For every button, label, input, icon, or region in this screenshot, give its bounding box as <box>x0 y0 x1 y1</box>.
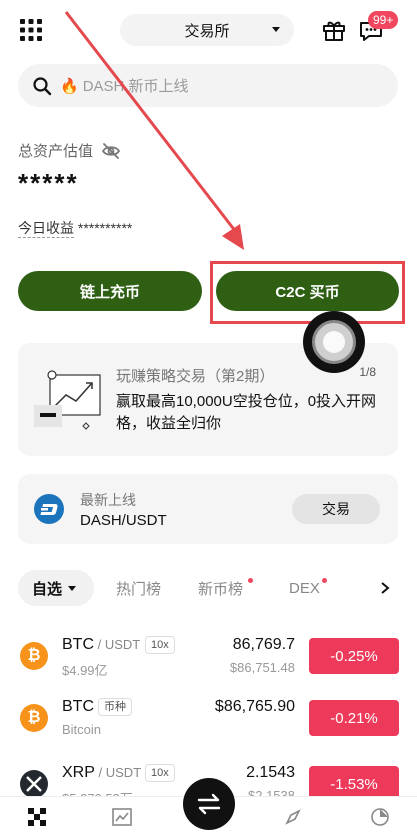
promo-title: 玩赚策略交易（第2期） <box>116 368 275 385</box>
row-quote: / USDT <box>94 637 141 652</box>
trade-swap-button[interactable] <box>183 778 235 830</box>
fire-icon: 🔥 <box>60 77 79 95</box>
leverage-tag: 10x <box>145 636 175 654</box>
row-volume: $4.99亿 <box>62 663 108 678</box>
market-row[interactable]: ₿ BTC / USDT 10x $4.99亿 86,769.7 $86,751… <box>0 628 417 688</box>
bitcoin-icon: ₿ <box>20 704 48 732</box>
row-quote: / USDT <box>94 765 142 780</box>
exchange-label: 交易所 <box>184 22 230 40</box>
new-listing-pair: DASH/USDT <box>80 512 167 529</box>
new-listing-title: 最新上线 <box>80 492 136 508</box>
row-change-badge[interactable]: -0.25% <box>309 638 399 674</box>
touch-indicator-core <box>323 331 345 353</box>
today-profit-value: ********** <box>77 220 133 236</box>
touch-indicator <box>303 311 365 373</box>
coin-tag: 币种 <box>98 698 132 716</box>
today-profit-label: 今日收益 <box>18 220 74 238</box>
tab-watchlist-label: 自选 <box>32 580 63 598</box>
search-icon <box>33 76 52 95</box>
tab-watchlist[interactable]: 自选 <box>18 570 94 606</box>
search-placeholder: DASH 新币上线 <box>82 78 189 95</box>
market-row[interactable]: ₿ BTC 币种 Bitcoin $86,765.90 -0.21% <box>0 690 417 750</box>
row-symbol: XRP / USDT <box>62 764 141 782</box>
tab-dex[interactable]: DEX <box>289 570 320 606</box>
row-symbol-text: BTC <box>62 698 94 715</box>
grid-strategy-illustration <box>34 370 101 430</box>
row-price: 86,769.7 <box>232 636 295 653</box>
bitcoin-icon: ₿ <box>20 642 48 670</box>
dash-logo-icon <box>34 494 64 524</box>
trade-button[interactable]: 交易 <box>292 494 380 524</box>
eye-off-icon[interactable] <box>101 142 121 160</box>
tab-hot[interactable]: 热门榜 <box>116 570 161 606</box>
row-name: Bitcoin <box>62 722 102 737</box>
new-listing-card[interactable]: 最新上线 DASH/USDT 交易 <box>18 474 398 544</box>
swap-arrows-icon <box>197 793 221 815</box>
row-price-usd: $86,751.48 <box>229 660 295 675</box>
market-tabs: 自选 热门榜 新币榜 DEX <box>18 570 398 606</box>
notification-badge: 99+ <box>368 11 399 29</box>
app-grid-icon[interactable] <box>20 19 42 41</box>
row-price: $86,765.90 <box>214 698 295 715</box>
search-bar[interactable]: 🔥 DASH 新币上线 <box>18 64 398 107</box>
row-price: 2.1543 <box>246 764 295 781</box>
new-dot-indicator <box>322 578 327 583</box>
promo-page-indicator: 1/8 <box>359 365 376 379</box>
highlight-box <box>210 261 405 324</box>
row-symbol: BTC <box>62 698 94 716</box>
touch-indicator-ring <box>312 320 356 364</box>
discover-compass-icon[interactable] <box>283 807 303 827</box>
today-profit: 今日收益 ********** <box>18 218 132 238</box>
top-header: 交易所 99+ <box>0 0 417 60</box>
xrp-icon <box>20 770 48 798</box>
row-symbol-text: XRP <box>62 764 95 781</box>
caret-down-icon <box>68 585 77 591</box>
assets-pie-icon[interactable] <box>370 807 390 827</box>
chevron-right-icon[interactable] <box>380 581 390 595</box>
row-symbol: BTC / USDT <box>62 636 140 654</box>
exchange-switcher[interactable]: 交易所 <box>120 14 294 46</box>
caret-down-icon <box>272 27 280 32</box>
row-change-badge[interactable]: -0.21% <box>309 700 399 736</box>
total-assets-label: 总资产估值 <box>18 140 121 161</box>
row-symbol-text: BTC <box>62 636 94 653</box>
tab-new-coins[interactable]: 新币榜 <box>198 570 243 606</box>
total-assets-value: ***** <box>18 168 79 198</box>
markets-chart-icon[interactable] <box>112 807 132 827</box>
deposit-button[interactable]: 链上充币 <box>18 271 202 311</box>
gift-icon[interactable] <box>322 18 346 42</box>
new-dot-indicator <box>248 578 253 583</box>
promo-description: 赢取最高10,000U空投仓位，0投入开网格，收益全归你 <box>116 393 377 432</box>
leverage-tag: 10x <box>145 764 175 782</box>
home-logo-icon[interactable] <box>27 807 47 827</box>
total-assets-text: 总资产估值 <box>18 143 94 160</box>
